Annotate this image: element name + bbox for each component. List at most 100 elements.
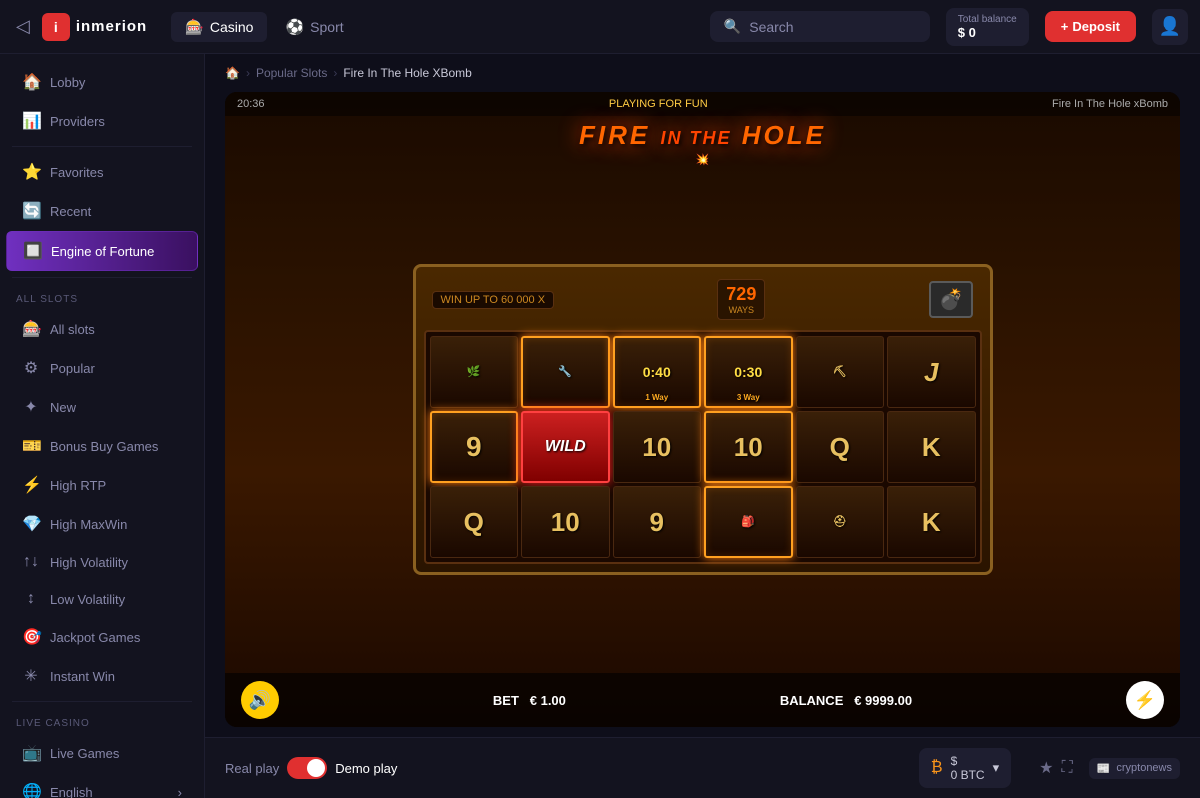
instant-icon: ✳ [22,666,40,686]
slot-cell-2-2: 9 [613,486,702,558]
tab-sport-label: Sport [310,19,343,35]
nav-tabs: 🎰 Casino ⚽ Sport [171,12,357,42]
win-info: WIN UP TO 60 000 X [432,291,555,309]
sidebar-divider [12,146,192,147]
slot-ways: 729 WAYS [717,279,765,320]
demo-toggle-switch[interactable] [287,757,327,779]
chevron-right-icon: › [178,785,182,798]
real-demo-toggle: Real play Demo play [225,757,397,779]
real-play-label: Real play [225,761,279,776]
sidebar-item-favorites[interactable]: ⭐ Favorites [6,153,198,191]
slot-cell-2-3: 🎒 [704,486,793,558]
bitcoin-icon: ₿ [931,759,943,777]
sidebar-item-engine[interactable]: 🔲 Engine of Fortune [6,231,198,271]
providers-icon: 📊 [22,111,40,131]
sidebar-item-language[interactable]: 🌐 English › [6,773,198,798]
balance-area: Total balance $ 0 [946,8,1029,46]
sidebar-item-low-volatility[interactable]: ↕ Low Volatility [6,581,198,617]
sidebar-item-instant-win[interactable]: ✳ Instant Win [6,657,198,695]
game-title-fire: FIRE IN THE HOLE [225,120,1180,151]
sidebar-item-label: Lobby [50,75,85,90]
balance-value: $ 0 [958,25,1017,40]
logo-text: inmerion [76,18,147,35]
slot-info-bar: WIN UP TO 60 000 X 729 WAYS 💣 [424,275,982,324]
popular-icon: ⚙ [22,358,40,378]
high-rtp-icon: ⚡ [22,475,40,495]
crypto-selector[interactable]: ₿ $ 0 BTC ▾ [919,748,1011,788]
sidebar-item-label: Jackpot Games [50,630,140,645]
sidebar-item-all-slots[interactable]: 🎰 All slots [6,310,198,348]
demo-play-label: Demo play [335,761,397,776]
sidebar-item-jackpot[interactable]: 🎯 Jackpot Games [6,618,198,656]
language-icon: 🌐 [22,782,40,798]
engine-icon: 🔲 [23,241,41,261]
live-icon: 📺 [22,743,40,763]
logo: i inmerion [42,13,147,41]
breadcrumb-popular-slots[interactable]: Popular Slots [256,66,327,80]
breadcrumb-sep-2: › [333,66,337,80]
fullscreen-button[interactable]: ⛶ [1061,758,1072,778]
home-breadcrumb-icon[interactable]: 🏠 [225,66,240,80]
breadcrumb: 🏠 › Popular Slots › Fire In The Hole XBo… [205,54,1200,92]
slot-cell-1-2: 10 [613,411,702,483]
sound-icon: 🔊 [249,690,271,711]
all-slots-icon: 🎰 [22,319,40,339]
sound-button[interactable]: 🔊 [241,681,279,719]
slot-cell-1-1: WILD [521,411,610,483]
slots-section-label: ALL SLOTS [0,284,204,309]
sidebar-item-providers[interactable]: 📊 Providers [6,102,198,140]
tab-casino[interactable]: 🎰 Casino [171,12,267,42]
game-logo: FIRE IN THE HOLE 💥 [225,116,1180,166]
collapse-sidebar-button[interactable]: ◁ [12,12,34,41]
breadcrumb-current: Fire In The Hole XBomb [343,66,472,80]
top-navigation: ◁ i inmerion 🎰 Casino ⚽ Sport 🔍 Search T… [0,0,1200,54]
search-icon: 🔍 [724,18,741,35]
recent-icon: 🔄 [22,201,40,221]
bottom-bar: Real play Demo play ₿ $ 0 BTC ▾ ★ [205,737,1200,798]
user-profile-button[interactable]: 👤 [1152,9,1188,45]
game-container: 20:36 PLAYING FOR FUN Fire In The Hole x… [225,92,1180,727]
slot-cell-0-3: 0:30 3 Way [704,336,793,408]
deposit-icon: + [1061,19,1069,34]
slot-cell-1-4: Q [796,411,885,483]
sidebar-item-popular[interactable]: ⚙ Popular [6,349,198,387]
deposit-button[interactable]: + Deposit [1045,11,1136,42]
tab-casino-label: Casino [210,19,254,35]
new-icon: ✦ [22,397,40,417]
jackpot-icon: 🎯 [22,627,40,647]
high-vol-icon: ↑↓ [22,553,40,571]
sidebar-item-label: Engine of Fortune [51,244,154,259]
sidebar-item-label: Low Volatility [50,592,125,607]
sidebar-item-high-rtp[interactable]: ⚡ High RTP [6,466,198,504]
sidebar-item-recent[interactable]: 🔄 Recent [6,192,198,230]
sidebar-item-new[interactable]: ✦ New [6,388,198,426]
balance-display: BALANCE € 9999.00 [780,693,912,708]
slot-cell-0-0: 🌿 [430,336,519,408]
tab-sport[interactable]: ⚽ Sport [271,12,357,42]
sidebar-item-label: Bonus Buy Games [50,439,158,454]
casino-icon: 🎰 [185,18,204,36]
slot-cell-0-5: J [887,336,976,408]
slot-cell-0-1: 🔧 [521,336,610,408]
sidebar-divider-3 [12,701,192,702]
lightning-button[interactable]: ⚡ [1126,681,1164,719]
cryptonews-badge: 📰 cryptonews [1089,758,1180,779]
low-vol-icon: ↕ [22,590,40,608]
search-bar[interactable]: 🔍 Search [710,11,930,42]
crypto-label: $ [951,754,985,768]
sidebar-item-label: All slots [50,322,95,337]
slot-cell-2-4: ⛑ [796,486,885,558]
sidebar-item-high-maxwin[interactable]: 💎 High MaxWin [6,505,198,543]
sidebar-item-high-volatility[interactable]: ↑↓ High Volatility [6,544,198,580]
sidebar-item-lobby[interactable]: 🏠 Lobby [6,63,198,101]
star-icon: ★ [1039,760,1053,777]
slot-cell-1-5: K [887,411,976,483]
slot-grid: 🌿 🔧 0:40 1 Way 0:30 3 Way [424,330,982,564]
favorite-game-button[interactable]: ★ [1039,758,1053,778]
sidebar-item-bonus-buy[interactable]: 🎫 Bonus Buy Games [6,427,198,465]
bomb-icon: 💣 [929,281,974,318]
sidebar-item-live-games[interactable]: 📺 Live Games [6,734,198,772]
game-mode: PLAYING FOR FUN [609,98,708,110]
crypto-amount: 0 BTC [951,768,985,782]
deposit-label: Deposit [1072,19,1120,34]
